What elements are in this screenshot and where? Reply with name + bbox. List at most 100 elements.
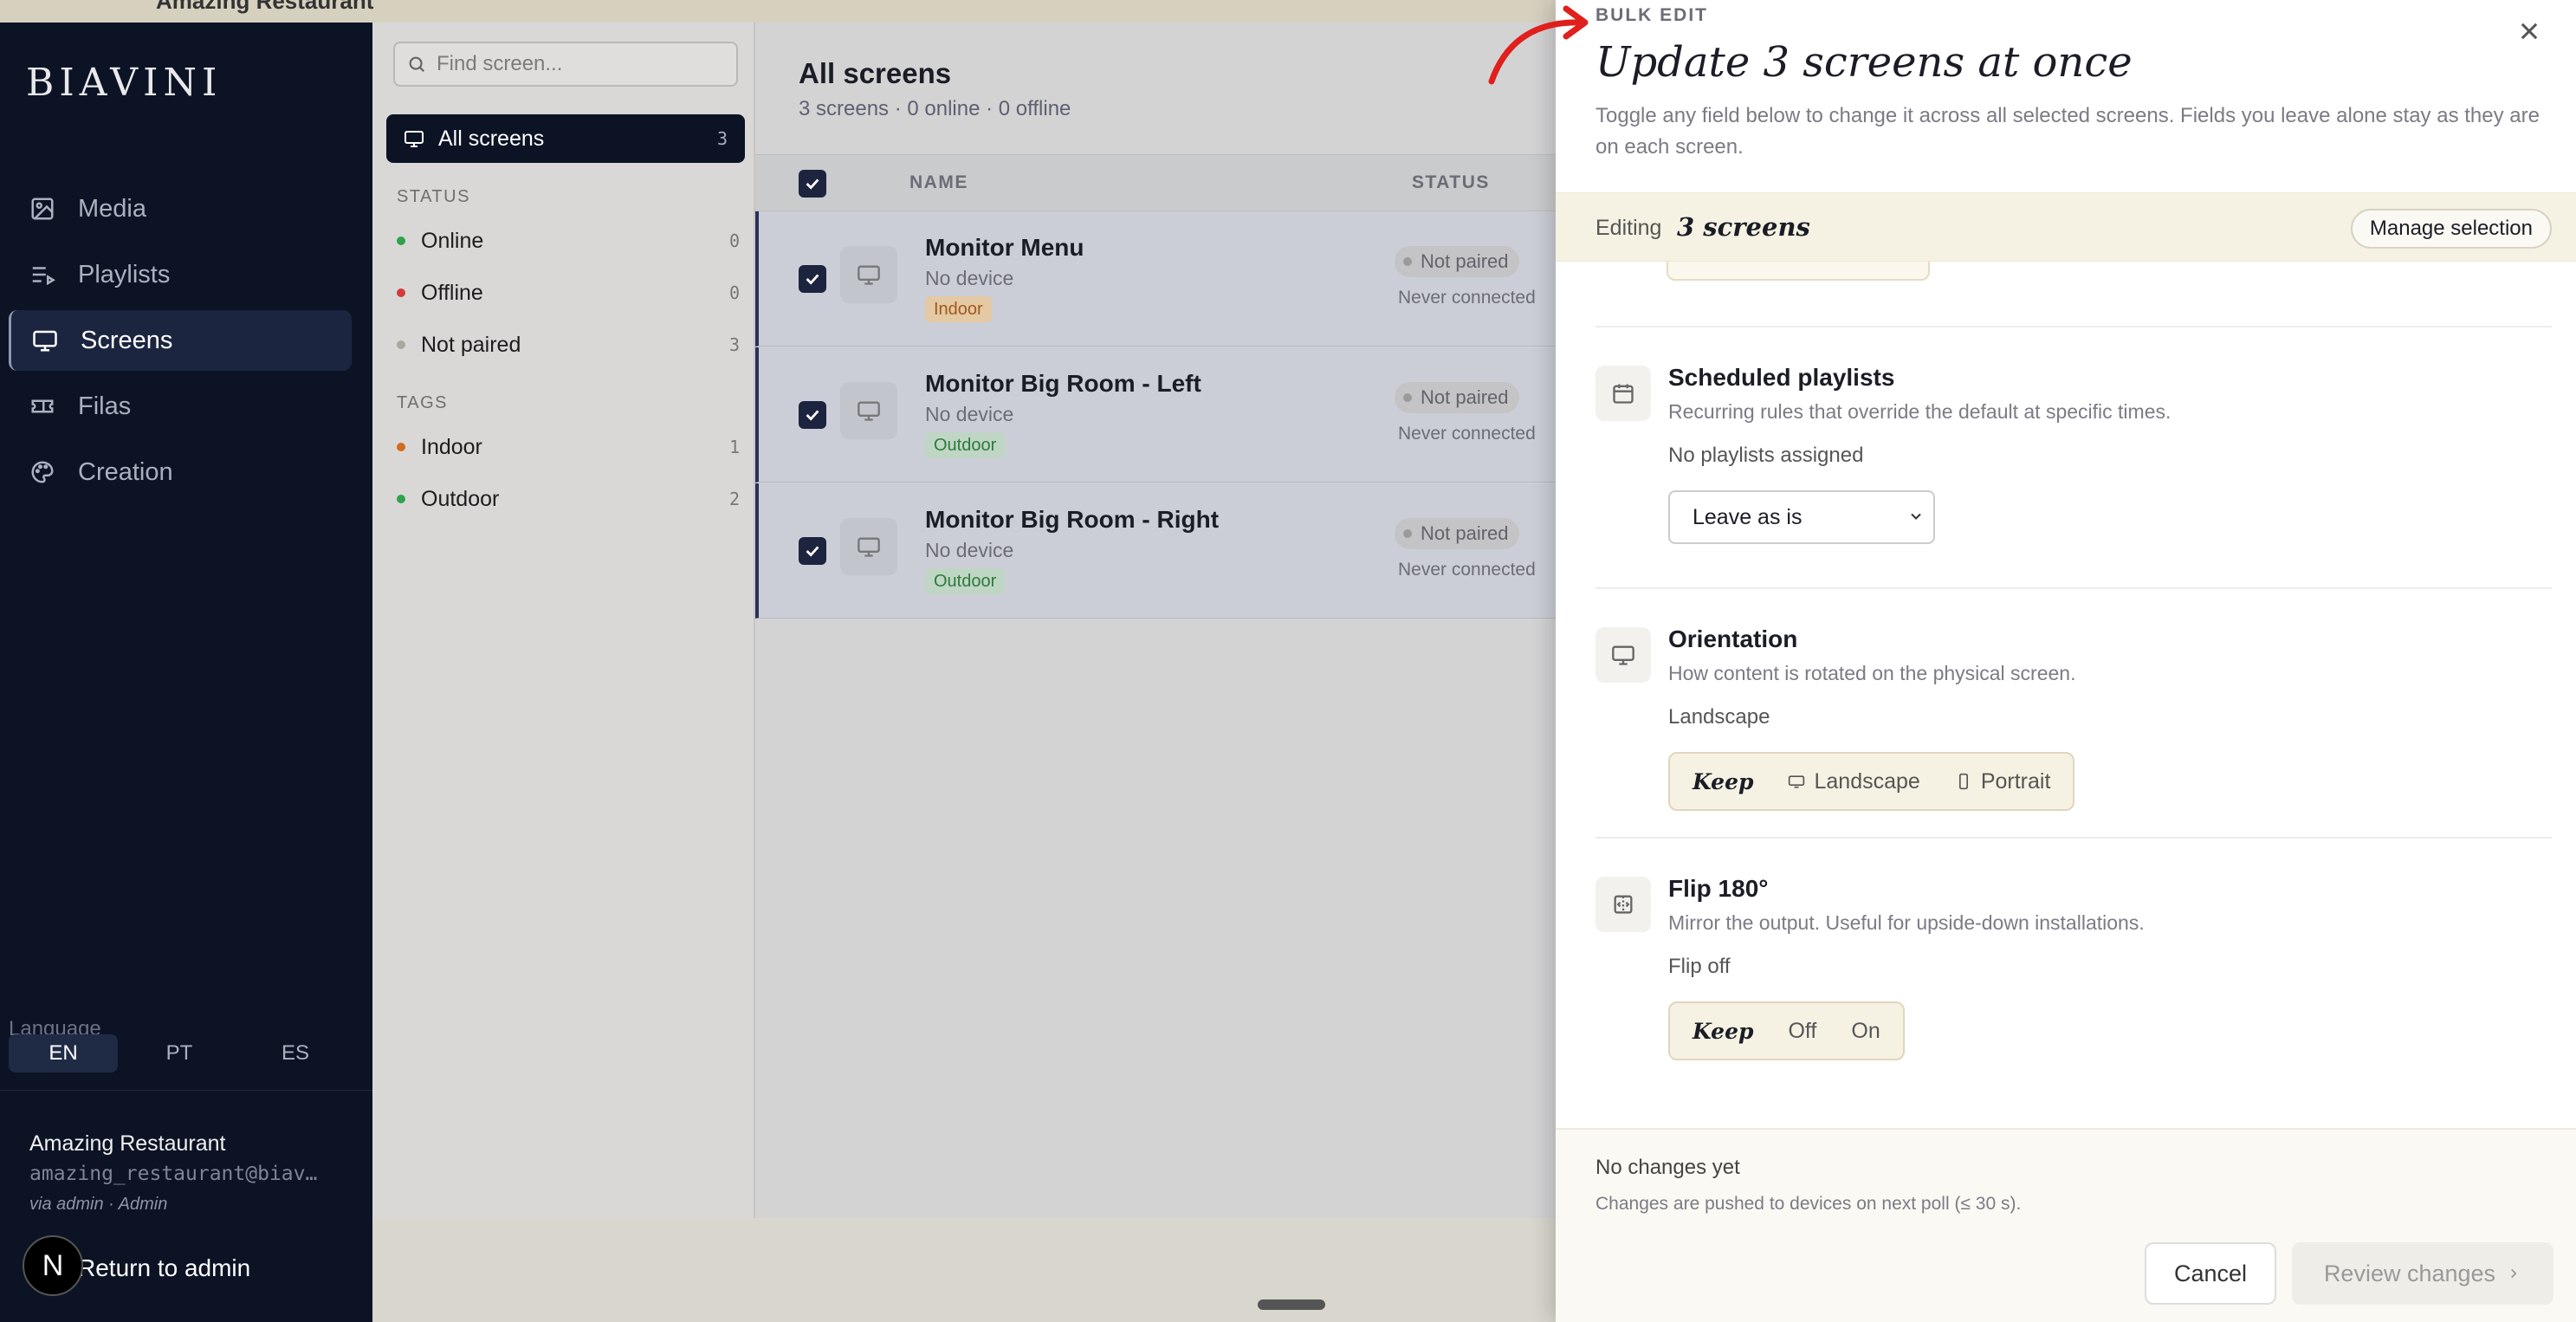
return-to-admin-link[interactable]: Return to admin bbox=[78, 1254, 250, 1282]
filter-count: 2 bbox=[728, 489, 740, 509]
table-row[interactable]: Monitor Big Room - Left No device Outdoo… bbox=[755, 347, 1556, 483]
filter-label: Indoor bbox=[421, 434, 482, 459]
scheduled-playlists-current: No playlists assigned bbox=[1668, 444, 1864, 467]
column-header-status[interactable]: STATUS bbox=[1412, 172, 1490, 193]
sidebar-item-filas[interactable]: Filas bbox=[9, 376, 352, 437]
section-icon bbox=[1595, 627, 1651, 683]
search-box[interactable] bbox=[393, 42, 738, 87]
tag-badge: Outdoor bbox=[925, 432, 1006, 458]
flip-keep-option[interactable]: Keep bbox=[1675, 1008, 1770, 1053]
annotation-arrow-icon bbox=[1488, 5, 1589, 85]
divider bbox=[1595, 837, 2552, 839]
row-checkbox[interactable] bbox=[799, 265, 826, 293]
filter-status-offline[interactable]: Offline 0 bbox=[397, 274, 740, 312]
top-strip-title: Amazing Restaurant bbox=[156, 0, 374, 14]
filter-all-screens[interactable]: All screens 3 bbox=[386, 114, 745, 163]
option-label: Portrait bbox=[1980, 768, 2051, 794]
drawer-scroll-area[interactable]: Scheduled playlists Recurring rules that… bbox=[1556, 262, 2576, 1128]
tag-dot bbox=[397, 443, 405, 451]
flip-on-option[interactable]: On bbox=[1834, 1008, 1897, 1053]
last-seen: Never connected bbox=[1398, 560, 1536, 580]
row-checkbox[interactable] bbox=[799, 537, 826, 565]
orientation-title: Orientation bbox=[1668, 625, 1798, 652]
filter-count: 1 bbox=[728, 437, 740, 457]
sidebar-item-screens[interactable]: Screens bbox=[9, 310, 352, 371]
filter-count: 0 bbox=[728, 230, 740, 251]
status-badge: Not paired bbox=[1395, 246, 1519, 277]
monitor-icon bbox=[1789, 775, 1805, 788]
status-dot bbox=[1403, 257, 1412, 266]
filter-label: All screens bbox=[438, 126, 545, 151]
sidebar-item-creation[interactable]: Creation bbox=[9, 442, 352, 502]
language-pt-button[interactable]: PT bbox=[125, 1034, 234, 1073]
status-dot bbox=[1403, 529, 1412, 538]
status-section-label: STATUS bbox=[397, 187, 470, 206]
account-email: amazing_restaurant@biav… bbox=[29, 1163, 318, 1185]
check-icon bbox=[806, 410, 819, 421]
table-header: NAME STATUS bbox=[755, 154, 1556, 211]
orientation-keep-option[interactable]: Keep bbox=[1675, 759, 1770, 804]
calendar-icon bbox=[1613, 384, 1634, 404]
orientation-desc: How content is rotated on the physical s… bbox=[1668, 662, 2076, 684]
status-dot bbox=[397, 237, 405, 245]
screen-name: Monitor Big Room - Left bbox=[925, 370, 1201, 397]
table-row[interactable]: Monitor Big Room - Right No device Outdo… bbox=[755, 483, 1556, 619]
palette-icon bbox=[31, 461, 54, 483]
monitor-icon bbox=[858, 537, 880, 557]
tag-dot bbox=[397, 495, 405, 503]
filter-count: 0 bbox=[728, 282, 740, 303]
monitor-icon bbox=[33, 330, 57, 352]
manage-selection-button[interactable]: Manage selection bbox=[2350, 209, 2552, 249]
bulk-edit-drawer: BULK EDIT Update 3 screens at once Toggl… bbox=[1556, 0, 2576, 1322]
last-seen: Never connected bbox=[1398, 288, 1536, 308]
close-button[interactable] bbox=[2512, 14, 2547, 49]
status-text: Not paired bbox=[1421, 522, 1509, 544]
table-row[interactable]: Monitor Menu No device Indoor Not paired… bbox=[755, 211, 1556, 347]
screen-thumbnail bbox=[840, 246, 897, 303]
flip-current: Flip off bbox=[1668, 955, 1731, 978]
filter-tag-outdoor[interactable]: Outdoor 2 bbox=[397, 480, 740, 518]
orientation-segmented-control: Keep Landscape Portrait bbox=[1668, 752, 2075, 811]
cancel-button[interactable]: Cancel bbox=[2145, 1242, 2276, 1305]
account-role: via admin · Admin bbox=[29, 1195, 168, 1214]
filter-count: 3 bbox=[728, 334, 740, 355]
language-es-button[interactable]: ES bbox=[241, 1034, 350, 1073]
row-checkbox[interactable] bbox=[799, 401, 826, 429]
flip-off-option[interactable]: Off bbox=[1770, 1008, 1834, 1053]
drag-handle[interactable] bbox=[1258, 1299, 1325, 1310]
change-status: No changes yet bbox=[1595, 1156, 1740, 1179]
language-en-button[interactable]: EN bbox=[9, 1034, 118, 1073]
playlist-icon bbox=[32, 267, 55, 286]
flip-icon bbox=[1614, 895, 1633, 914]
filter-status-online[interactable]: Online 0 bbox=[397, 222, 740, 260]
orientation-landscape-option[interactable]: Landscape bbox=[1770, 759, 1937, 804]
select-all-checkbox[interactable] bbox=[799, 170, 826, 198]
review-changes-button[interactable]: Review changes bbox=[2292, 1242, 2553, 1305]
screen-thumbnail bbox=[840, 518, 897, 575]
sidebar-item-media[interactable]: Media bbox=[9, 178, 352, 239]
status-badge: Not paired bbox=[1395, 518, 1519, 549]
screens-list: All screens 3 screens · 0 online · 0 off… bbox=[755, 23, 1556, 1218]
search-input[interactable] bbox=[437, 52, 722, 76]
ticket-icon bbox=[31, 399, 54, 413]
drawer-eyebrow: BULK EDIT bbox=[1595, 5, 1708, 25]
tag-badge: Indoor bbox=[925, 296, 992, 322]
filter-label: Outdoor bbox=[421, 486, 500, 511]
editing-count: 3 screens bbox=[1677, 212, 1810, 242]
image-icon bbox=[31, 198, 54, 220]
check-icon bbox=[806, 546, 819, 557]
dev-tools-badge[interactable]: N bbox=[23, 1235, 83, 1296]
filter-status-not-paired[interactable]: Not paired 3 bbox=[397, 326, 740, 364]
column-header-name[interactable]: NAME bbox=[909, 172, 968, 193]
screen-thumbnail bbox=[840, 382, 897, 439]
orientation-portrait-option[interactable]: Portrait bbox=[1938, 759, 2068, 804]
filter-tag-indoor[interactable]: Indoor 1 bbox=[397, 428, 740, 466]
scheduled-playlists-select[interactable]: Leave as is bbox=[1668, 490, 1935, 544]
status-dot bbox=[397, 340, 405, 349]
flip-desc: Mirror the output. Useful for upside-dow… bbox=[1668, 911, 2145, 934]
filter-label: Online bbox=[421, 228, 484, 253]
phone-icon bbox=[1958, 773, 1968, 790]
section-icon bbox=[1595, 366, 1651, 421]
status-text: Not paired bbox=[1421, 386, 1509, 408]
sidebar-item-playlists[interactable]: Playlists bbox=[9, 244, 352, 305]
